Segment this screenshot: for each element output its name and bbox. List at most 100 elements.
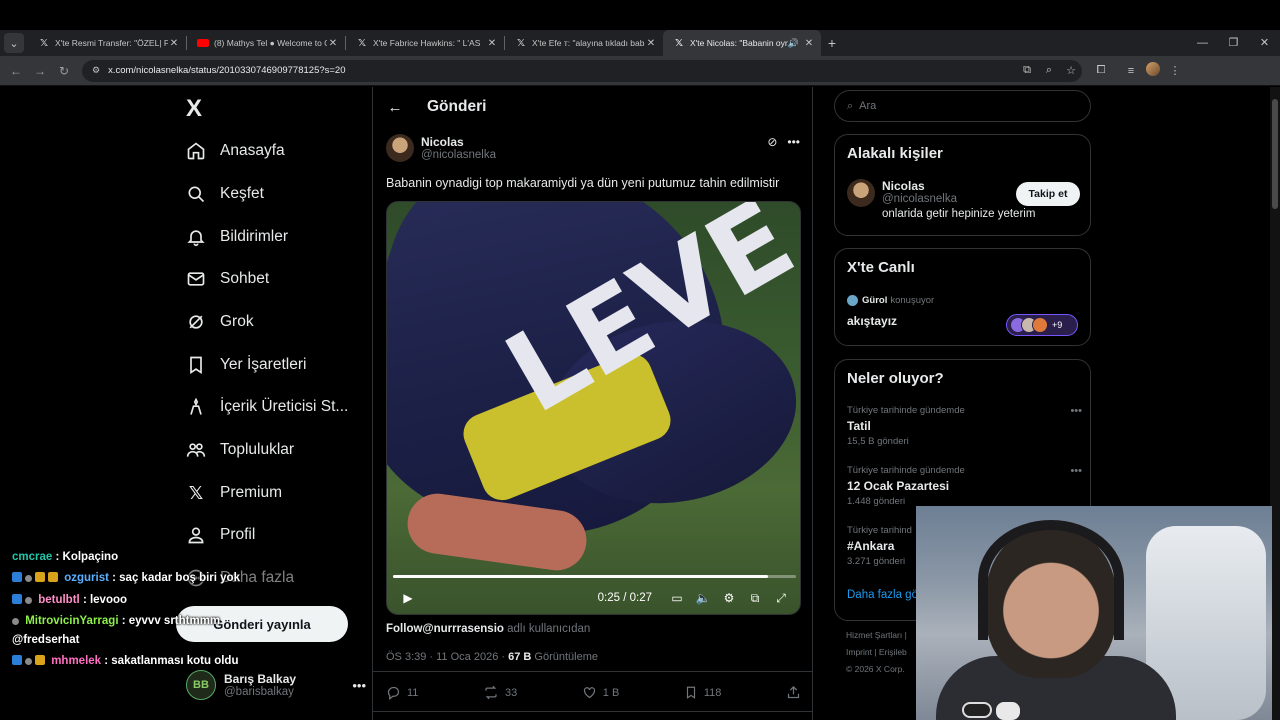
captions-icon[interactable]: ▭ <box>664 591 690 605</box>
nav-item-grok[interactable]: Grok <box>186 304 254 340</box>
footer-line[interactable]: Imprint | Erişileb <box>846 644 907 661</box>
tab-title: X'te Efe т: "alayına tıkladı bab <box>532 38 645 48</box>
trend-topic: 12 Ocak Pazartesi <box>847 479 950 493</box>
video-progress-bar[interactable] <box>393 575 796 578</box>
minimize-button[interactable]: — <box>1187 30 1218 56</box>
kebab-menu-icon[interactable]: ⋮ <box>1164 64 1186 77</box>
like-button[interactable]: 1 B <box>582 685 619 700</box>
x-premium-icon: 𝕏 <box>188 482 204 503</box>
x-logo-icon: 𝕏 <box>39 37 49 49</box>
related-bio: onlarida getir hepinize yeterim <box>882 208 1036 220</box>
close-icon[interactable]: ✕ <box>803 38 815 49</box>
author-handle[interactable]: @nicolasnelka <box>421 149 496 161</box>
ellipsis-icon[interactable]: ••• <box>1070 465 1082 477</box>
browser-tab-5-active[interactable]: 𝕏 X'te Nicolas: "Babanin oyna 🔊 ✕ <box>663 30 821 56</box>
bell-icon <box>186 227 206 247</box>
avatar[interactable] <box>386 134 414 162</box>
close-icon[interactable]: ✕ <box>645 38 657 49</box>
avatar[interactable] <box>847 179 875 207</box>
repost-button[interactable]: 33 <box>483 685 517 700</box>
site-info-icon[interactable]: ⚙ <box>92 65 100 76</box>
install-app-icon[interactable]: ⧉ <box>1016 64 1038 77</box>
nav-item-bookmarks[interactable]: Yer İşaretleri <box>186 347 306 383</box>
share-button[interactable] <box>786 685 801 700</box>
trend-item[interactable]: Türkiye tarihinde gündemde Tatil 15,5 B … <box>847 405 1082 447</box>
tab-search-button[interactable]: ⌄ <box>4 33 24 53</box>
search-input[interactable]: ⌕ Ara <box>834 90 1091 122</box>
source-user-link[interactable]: Follow@nurrrasensio <box>386 623 504 635</box>
profile-avatar[interactable] <box>1142 62 1164 79</box>
search-icon: ⌕ <box>847 99 854 112</box>
nav-item-home[interactable]: Anasayfa <box>186 133 285 169</box>
x-logo-icon: 𝕏 <box>357 37 367 49</box>
close-icon[interactable]: ✕ <box>486 38 498 49</box>
nav-label: Anasayfa <box>220 142 285 159</box>
account-name: Barış Balkay <box>224 672 297 686</box>
grok-icon[interactable]: ⊘ <box>767 135 777 149</box>
browser-tab-4[interactable]: 𝕏 X'te Efe т: "alayına tıkladı bab ✕ <box>505 30 663 56</box>
video-time: 0:25 / 0:27 <box>597 592 652 604</box>
bookmark-button[interactable]: 118 <box>684 685 721 700</box>
nav-item-explore[interactable]: Keşfet <box>186 176 264 212</box>
pip-icon[interactable]: ⧉ <box>742 591 768 606</box>
volume-icon[interactable]: 🔈 <box>690 591 716 605</box>
browser-tab-3[interactable]: 𝕏 X'te Fabrice Hawkins: " L'AS ✕ <box>346 30 504 56</box>
reply-button[interactable]: 11 <box>386 685 418 700</box>
chat-message: MitrovicinYarragi : eyvvv srthtmmm <box>12 615 220 627</box>
close-icon[interactable]: ✕ <box>327 38 339 49</box>
trend-item[interactable]: Türkiye tarihinde gündemde 12 Ocak Pazar… <box>847 465 1082 507</box>
nav-label: İçerik Üreticisi St... <box>220 398 349 415</box>
fullscreen-icon[interactable]: ⤢ <box>768 591 794 606</box>
nav-item-messages[interactable]: Sohbet <box>186 261 269 297</box>
ellipsis-icon[interactable]: ••• <box>1070 405 1082 417</box>
extensions-icon[interactable]: ⧠ <box>1090 64 1112 77</box>
nav-item-communities[interactable]: Topluluklar <box>186 432 294 468</box>
back-arrow-icon[interactable]: ← <box>4 64 28 78</box>
reload-icon[interactable]: ↻ <box>52 64 76 78</box>
show-more-link[interactable]: Daha fazla gö <box>847 589 918 601</box>
nav-item-creator-studio[interactable]: İçerik Üreticisi St... <box>186 389 348 425</box>
speaker-icon[interactable]: 🔊 <box>788 38 799 49</box>
zoom-icon[interactable]: ⌕ <box>1038 64 1060 77</box>
nav-item-profile[interactable]: Profil <box>186 517 255 553</box>
listeners-pill[interactable]: +9 <box>1006 314 1078 336</box>
nav-item-premium[interactable]: 𝕏 Premium <box>186 475 282 511</box>
ellipsis-icon[interactable]: ••• <box>352 678 366 693</box>
play-icon[interactable]: ▶ <box>395 591 421 605</box>
url-bar[interactable]: ⚙ x.com/nicolasnelka/status/201033074690… <box>82 59 1082 82</box>
author-name[interactable]: Nicolas <box>421 135 496 149</box>
badge-icon <box>12 655 22 665</box>
browser-tab-1[interactable]: 𝕏 X'te Resmi Transfer: "ÖZEL| Fen ✕ <box>28 30 186 56</box>
close-window-button[interactable]: ✕ <box>1249 30 1280 56</box>
communities-icon <box>186 440 206 460</box>
back-arrow-icon[interactable]: ← <box>375 99 415 116</box>
close-icon[interactable]: ✕ <box>168 38 180 49</box>
account-switcher[interactable]: BB Barış Balkay @barisbalkay ••• <box>186 665 366 705</box>
browser-tab-2[interactable]: (8) Mathys Tel ● Welcome to G ✕ <box>187 30 345 56</box>
nav-item-notifications[interactable]: Bildirimler <box>186 219 288 255</box>
maximize-button[interactable]: ❐ <box>1218 30 1249 56</box>
chat-text: : levooo <box>82 594 128 606</box>
video-player[interactable]: LEVE ▶ 0:25 / 0:27 ▭ 🔈 ⚙ ⧉ ⤢ <box>386 201 801 615</box>
ellipsis-icon[interactable]: ••• <box>787 135 800 149</box>
related-people-card: Alakalı kişiler Nicolas @nicolasnelka on… <box>834 134 1091 236</box>
page-title: Gönderi <box>427 98 487 115</box>
footer-line[interactable]: Hizmet Şartları | <box>846 627 907 644</box>
post-author[interactable]: Nicolas @nicolasnelka <box>386 134 496 162</box>
space-title[interactable]: akıştayız <box>847 314 897 328</box>
forward-arrow-icon[interactable]: → <box>28 64 52 78</box>
x-logo-icon[interactable]: X <box>186 95 202 123</box>
related-name[interactable]: Nicolas <box>882 179 1035 193</box>
scrollbar-thumb[interactable] <box>1272 99 1278 209</box>
tab-title: X'te Nicolas: "Babanin oyna <box>690 38 788 48</box>
related-user[interactable]: Nicolas @nicolasnelka onlarida getir hep… <box>847 179 1035 220</box>
settings-gear-icon[interactable]: ⚙ <box>716 591 742 605</box>
url-text: x.com/nicolasnelka/status/20103307469097… <box>108 65 346 76</box>
new-tab-button[interactable]: + <box>821 35 843 51</box>
post-timestamp[interactable]: ÖS 3:39 · 11 Oca 2026 · <box>386 651 505 663</box>
media-controls-icon[interactable]: ≡ <box>1120 65 1142 77</box>
nav-label: Sohbet <box>220 270 270 287</box>
follow-button[interactable]: Takip et <box>1016 182 1080 206</box>
star-bookmark-icon[interactable]: ☆ <box>1060 64 1082 77</box>
trend-count: 15,5 B gönderi <box>847 436 909 447</box>
